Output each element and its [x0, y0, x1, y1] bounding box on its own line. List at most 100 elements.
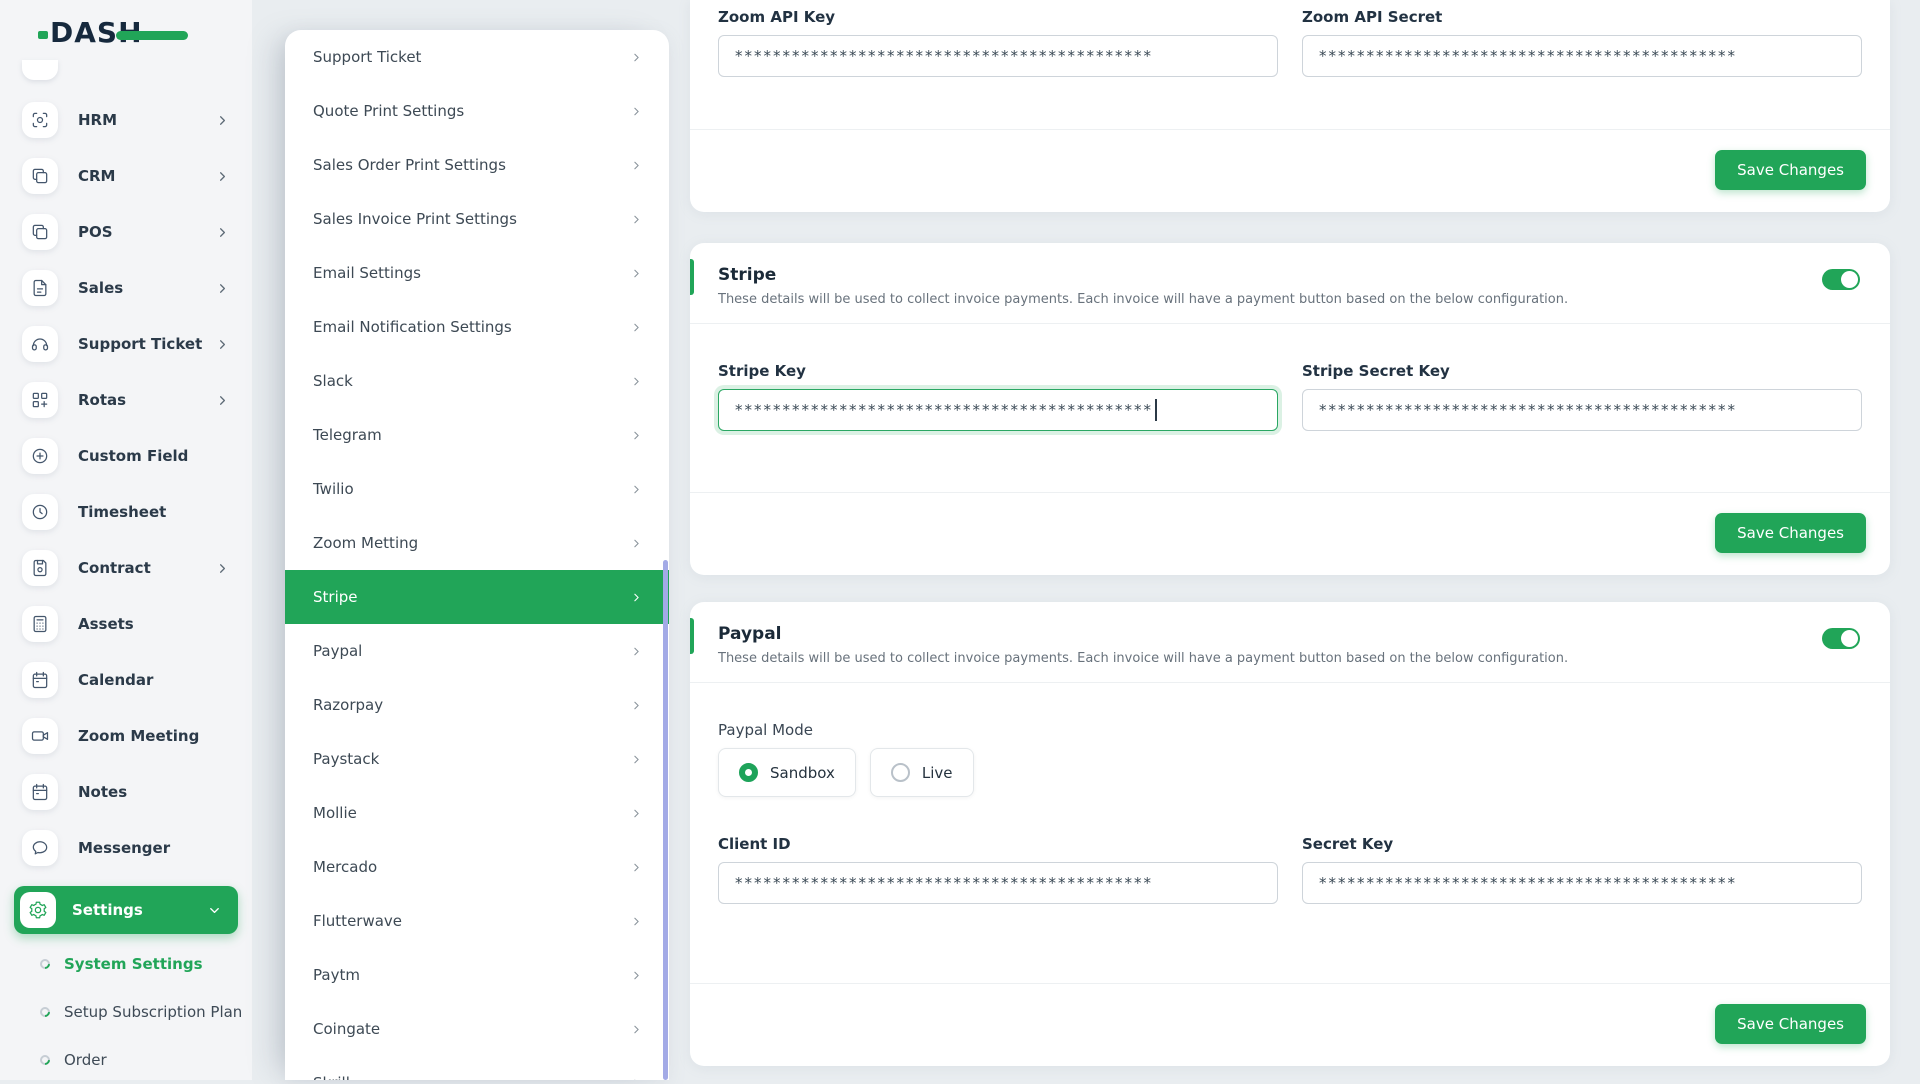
settings-menu-item[interactable]: Quote Print Settings [285, 84, 669, 138]
accent-bar [690, 618, 694, 654]
sidebar-item-label: Contract [78, 559, 151, 577]
settings-menu-item[interactable]: Skrill [285, 1056, 669, 1080]
stripe-secret-key-label: Stripe Secret Key [1302, 362, 1450, 380]
paypal-mode-sandbox-option[interactable]: Sandbox [718, 748, 856, 797]
sidebar-item-messenger[interactable]: Messenger [22, 830, 230, 866]
settings-menu-item[interactable]: Slack [285, 354, 669, 408]
settings-menu-item-label: Mollie [313, 804, 357, 822]
text-cursor [1155, 399, 1157, 421]
settings-menu-item[interactable]: Mollie [285, 786, 669, 840]
zoom-api-secret-input[interactable]: ****************************************… [1302, 35, 1862, 77]
sidebar-item-zoom-meeting[interactable]: Zoom Meeting [22, 718, 230, 754]
settings-menu-item[interactable]: Flutterwave [285, 894, 669, 948]
sidebar-item-label: HRM [78, 111, 118, 129]
stripe-key-field: Stripe Key *****************************… [718, 362, 1278, 431]
chevron-right-icon [634, 917, 639, 925]
chevron-right-icon [634, 431, 639, 439]
zoom-api-key-input[interactable]: ****************************************… [718, 35, 1278, 77]
sidebar-item-sales[interactable]: Sales [22, 270, 230, 306]
save-button[interactable]: Save Changes [1715, 513, 1866, 553]
save-button[interactable]: Save Changes [1715, 150, 1866, 190]
sidebar-item-crm[interactable]: CRM [22, 158, 230, 194]
chevron-right-icon [634, 971, 639, 979]
panel-scrollbar[interactable] [663, 560, 668, 1080]
settings-menu-item[interactable]: Telegram [285, 408, 669, 462]
chevron-right-icon [634, 1025, 639, 1033]
settings-menu-item-label: Stripe [313, 588, 358, 606]
chevron-right-icon [634, 215, 639, 223]
submenu-item-setup-subscription-plan[interactable]: Setup Subscription Plan [0, 988, 252, 1036]
sidebar-item-label: Timesheet [78, 503, 167, 521]
stripe-secret-key-input[interactable]: ****************************************… [1302, 389, 1862, 431]
settings-menu-item[interactable]: Paypal [285, 624, 669, 678]
paypal-mode-live-option[interactable]: Live [869, 748, 974, 797]
secret-key-input[interactable]: ****************************************… [1302, 862, 1862, 904]
stripe-key-input[interactable]: ****************************************… [718, 389, 1278, 431]
submenu-item-system-settings[interactable]: System Settings [0, 940, 252, 988]
paypal-enabled-toggle[interactable] [1822, 628, 1860, 649]
settings-menu-item[interactable]: Support Ticket [285, 30, 669, 84]
sidebar-item-pos[interactable]: POS [22, 214, 230, 250]
chevron-right-icon [220, 115, 225, 125]
settings-menu-panel: Support Ticket Quote Print Settings Sale… [285, 30, 669, 1080]
sidebar-item-assets[interactable]: Assets [22, 606, 230, 642]
settings-menu-item[interactable]: Paystack [285, 732, 669, 786]
sidebar-item-label: Support Ticket [78, 335, 203, 353]
radio-checked-icon[interactable] [739, 763, 758, 782]
zoom-api-secret-field: Zoom API Secret ************************… [1302, 8, 1862, 77]
sidebar-item-label: Notes [78, 783, 128, 801]
accent-bar [690, 259, 694, 295]
settings-menu-item[interactable]: Paytm [285, 948, 669, 1002]
sidebar-item-calendar[interactable]: Calendar [22, 662, 230, 698]
settings-menu-item[interactable]: Coingate [285, 1002, 669, 1056]
stripe-enabled-toggle[interactable] [1822, 269, 1860, 290]
radio-unchecked-icon[interactable] [890, 763, 910, 782]
settings-menu-item-label: Paytm [313, 966, 360, 984]
chevron-right-icon [634, 269, 639, 277]
chevron-right-icon [634, 755, 639, 763]
submenu-item-label: Setup Subscription Plan [64, 1003, 243, 1021]
zoom-card-footer: Save Changes [690, 129, 1890, 212]
chat-icon [22, 830, 58, 866]
sidebar-item-rotas[interactable]: Rotas [22, 382, 230, 418]
sidebar-item-contract[interactable]: Contract [22, 550, 230, 586]
settings-menu-item[interactable]: Email Settings [285, 246, 669, 300]
sidebar-item-timesheet[interactable]: Timesheet [22, 494, 230, 530]
sidebar-item-notes[interactable]: Notes [22, 774, 230, 810]
client-id-input[interactable]: ****************************************… [718, 862, 1278, 904]
settings-menu-item-label: Paystack [313, 750, 380, 768]
sidebar-item-settings[interactable]: Settings [14, 886, 238, 934]
sidebar-item-support-ticket[interactable]: Support Ticket [22, 326, 230, 362]
sidebar-item-label: Calendar [78, 671, 154, 689]
settings-menu-item[interactable]: Sales Invoice Print Settings [285, 192, 669, 246]
logo-green-bar [116, 31, 188, 40]
settings-menu-item-label: Coingate [313, 1020, 381, 1038]
settings-menu-item[interactable]: Email Notification Settings [285, 300, 669, 354]
settings-menu-item-label: Flutterwave [313, 912, 403, 930]
settings-menu-item[interactable]: Zoom Metting [285, 516, 669, 570]
sidebar-item-hrm[interactable]: HRM [22, 102, 230, 138]
focus-icon [22, 102, 58, 138]
clock-icon [22, 494, 58, 530]
submenu-item-label: Order [64, 1051, 107, 1069]
settings-menu-item-label: Support Ticket [313, 48, 422, 66]
save-button[interactable]: Save Changes [1715, 1004, 1866, 1044]
settings-menu-item-label: Email Notification Settings [313, 318, 512, 336]
sidebar-item-custom-field[interactable]: Custom Field [22, 438, 230, 474]
settings-menu-item[interactable]: Razorpay [285, 678, 669, 732]
gear-icon [20, 892, 56, 928]
submenu-item-order[interactable]: Order [0, 1036, 252, 1084]
calendar-icon [22, 662, 58, 698]
submenu-item-label: System Settings [64, 955, 203, 973]
chevron-right-icon [634, 701, 639, 709]
settings-menu-item[interactable]: Stripe [285, 570, 669, 624]
file-icon [22, 270, 58, 306]
chevron-right-icon [634, 53, 639, 61]
stripe-title: Stripe [718, 265, 777, 285]
chevron-right-icon [634, 161, 639, 169]
settings-menu-item[interactable]: Sales Order Print Settings [285, 138, 669, 192]
settings-menu-item[interactable]: Twilio [285, 462, 669, 516]
app-logo[interactable]: DASH [38, 16, 210, 54]
video-icon [22, 718, 58, 754]
settings-menu-item[interactable]: Mercado [285, 840, 669, 894]
